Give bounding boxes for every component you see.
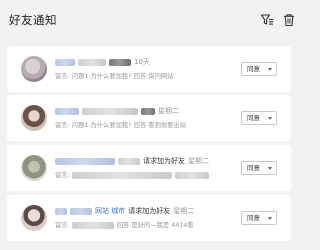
agree-dropdown-button[interactable]: 同意	[241, 161, 277, 175]
agree-label: 同意	[247, 164, 260, 172]
window-header: 好友通知	[0, 0, 300, 42]
notification-title: 星期二	[55, 106, 179, 117]
sender-extra	[141, 107, 155, 115]
notification-title: 请求加为好友 星期二	[55, 156, 209, 167]
list-item[interactable]: 星期二 留言: 问题1:为什么要加我? 回答:看到你要出站 同意	[7, 95, 291, 141]
notification-message: 留言:	[55, 170, 212, 181]
sender-extra	[109, 58, 131, 66]
sender-name[interactable]	[55, 58, 75, 66]
sender-extra	[78, 58, 106, 66]
message-label: 留言:	[55, 222, 70, 229]
message-redacted	[174, 171, 209, 179]
sender-name[interactable]	[55, 157, 115, 165]
agree-dropdown-button[interactable]: 同意	[241, 111, 277, 125]
timestamp: 星期二	[188, 157, 209, 165]
message-text: 问题1:为什么要加我? 回答:询问网站	[71, 73, 174, 80]
page-title: 好友通知	[9, 13, 57, 27]
message-redacted	[71, 171, 172, 179]
agree-label: 同意	[247, 65, 260, 73]
message-label: 留言:	[55, 172, 70, 179]
trash-icon[interactable]	[282, 13, 296, 27]
notification-title: 10天	[55, 57, 150, 68]
timestamp: 星期二	[158, 107, 179, 115]
list-item[interactable]: 10天 留言: 问题1:为什么要加我? 回答:询问网站 同意	[7, 46, 291, 92]
sender-name[interactable]	[55, 107, 79, 115]
sender-extra	[118, 157, 140, 165]
avatar[interactable]	[21, 205, 47, 231]
list-item[interactable]: 网站 城市 请求加为好友 星期二 留言: 回答:是好的—我是 4414看 同意	[7, 195, 291, 241]
chevron-down-icon	[268, 68, 272, 71]
message-label: 留言:	[55, 73, 70, 80]
sender-link[interactable]: 网站 城市	[95, 207, 125, 215]
message-label: 留言:	[55, 122, 70, 129]
notification-message: 留言: 问题1:为什么要加我? 回答:询问网站	[55, 71, 173, 82]
chevron-down-icon	[268, 167, 272, 170]
action-text: 请求加为好友	[128, 207, 171, 215]
notification-title: 网站 城市 请求加为好友 星期二	[55, 206, 194, 217]
agree-label: 同意	[247, 214, 260, 222]
notification-message: 留言: 回答:是好的—我是 4414看	[55, 220, 194, 231]
avatar[interactable]	[21, 155, 47, 181]
sender-extra	[82, 107, 138, 115]
notification-message: 留言: 问题1:为什么要加我? 回答:看到你要出站	[55, 120, 186, 131]
agree-dropdown-button[interactable]: 同意	[241, 62, 277, 76]
timestamp: 10天	[134, 58, 150, 66]
sender-name[interactable]	[55, 207, 67, 215]
chevron-down-icon	[268, 217, 272, 220]
agree-dropdown-button[interactable]: 同意	[241, 211, 277, 225]
chevron-down-icon	[268, 117, 272, 120]
agree-label: 同意	[247, 114, 260, 122]
list-item[interactable]: 请求加为好友 星期二 留言: 同意	[7, 145, 291, 191]
avatar[interactable]	[21, 56, 47, 82]
message-text: 回答:是好的—我是 4414看	[116, 222, 194, 229]
message-redacted	[71, 221, 114, 229]
filter-icon[interactable]	[260, 13, 274, 27]
message-text: 问题1:为什么要加我? 回答:看到你要出站	[71, 122, 187, 129]
action-text: 请求加为好友	[143, 157, 185, 165]
avatar[interactable]	[21, 105, 47, 131]
timestamp: 星期二	[173, 207, 195, 215]
sender-extra	[70, 207, 92, 215]
